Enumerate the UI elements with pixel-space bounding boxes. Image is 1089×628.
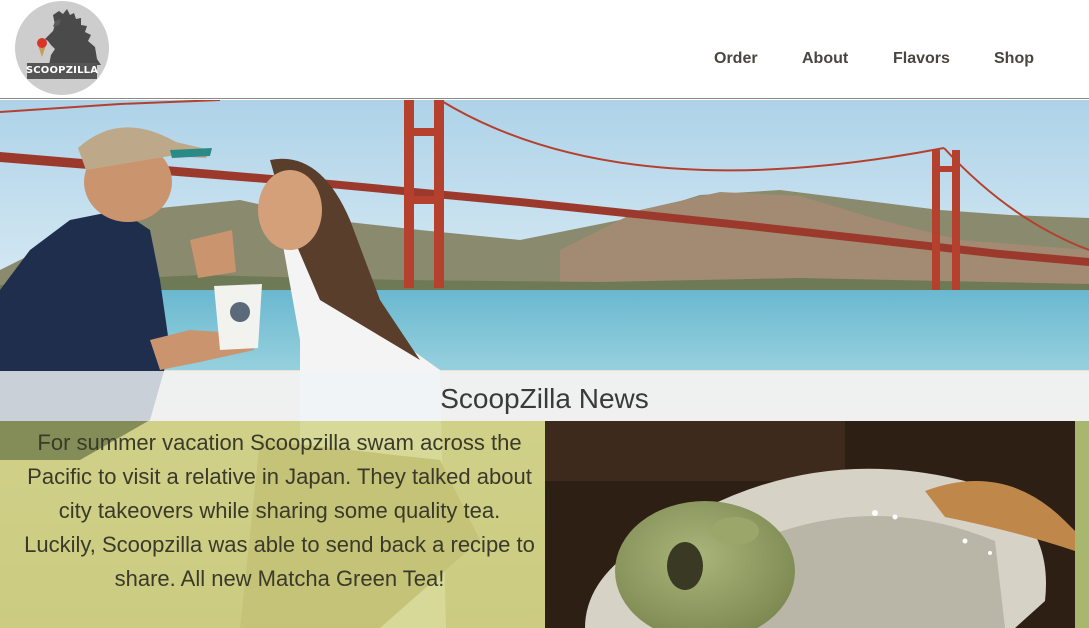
hero-section: ScoopZilla News For summer vacation Scoo… (0, 100, 1089, 628)
news-story-panel: For summer vacation Scoopzilla swam acro… (0, 421, 545, 628)
scoopzilla-logo[interactable]: SCOOPZILLA (15, 1, 109, 95)
news-story-text: For summer vacation Scoopzilla swam acro… (24, 430, 535, 591)
nav-flavors-link[interactable]: Flavors (893, 50, 950, 68)
news-banner: ScoopZilla News (0, 371, 1089, 421)
news-title: ScoopZilla News (440, 383, 649, 414)
matcha-ice-cream-photo (545, 421, 1075, 628)
right-edge-strip (1075, 421, 1089, 628)
nav-order-link[interactable]: Order (714, 50, 758, 68)
nav-shop-link[interactable]: Shop (994, 50, 1034, 68)
site-header: SCOOPZILLA Order About Flavors Shop (0, 0, 1089, 99)
matcha-scoop-image (545, 421, 1075, 628)
nav-about-link[interactable]: About (802, 50, 848, 68)
main-nav: Order About Flavors Shop (0, 50, 1089, 72)
godzilla-silhouette-icon (27, 9, 101, 79)
